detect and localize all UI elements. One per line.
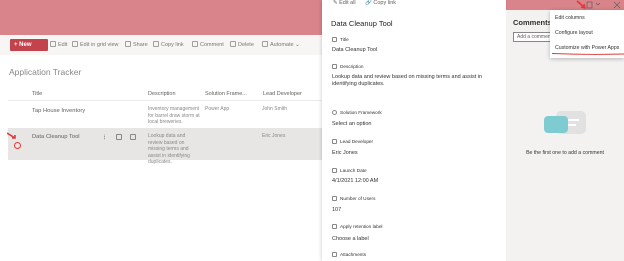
delete-label: Delete [238, 42, 254, 48]
panel-copy-link-button[interactable]: 🔗 Copy link [365, 0, 396, 6]
comment-button[interactable]: Comment [192, 41, 224, 48]
row-title[interactable]: Data Cleanup Tool [32, 134, 80, 141]
new-button-label: New [19, 42, 32, 48]
list-title: Application Tracker [9, 67, 82, 77]
panel-top-icons [576, 0, 621, 9]
edit-grid-label: Edit in grid view [80, 42, 119, 48]
number-field-icon [332, 196, 337, 201]
row-framework: Power App [205, 106, 230, 112]
more-options-icon[interactable] [104, 134, 106, 140]
close-icon [613, 1, 621, 9]
row-description: Lookup data and review based on missing … [148, 133, 190, 165]
new-button[interactable]: + New [10, 39, 48, 51]
comments-title: Comments [513, 18, 552, 27]
calendar-icon [332, 168, 337, 173]
share-icon [125, 41, 131, 47]
row-developer: Eric Jones [262, 133, 286, 139]
red-underline-annotation [552, 53, 624, 55]
field-label-description: Description [332, 64, 363, 69]
edit-all-label: Edit all [339, 0, 356, 6]
field-label-solution-framework: Solution Framework [332, 110, 382, 115]
row-developer: John Smith [262, 106, 288, 112]
field-label-lead-developer: Lead Developer [332, 139, 373, 144]
delete-button[interactable]: Delete [230, 41, 254, 48]
panel-copy-link-label: Copy link [373, 0, 397, 6]
column-header-description[interactable]: Description [148, 91, 176, 97]
multiline-field-icon [332, 64, 337, 69]
red-arrow-annotation-icon [576, 0, 586, 9]
share-row-icon[interactable] [116, 134, 122, 140]
field-value-launch-date[interactable]: 4/1/2021 12:00 AM [332, 178, 502, 185]
automate-button[interactable]: Automate ⌄ [262, 41, 300, 48]
field-label-title: Title [332, 37, 349, 42]
edit-grid-button[interactable]: Edit in grid view [72, 41, 119, 48]
field-value-description[interactable]: Lookup data and review based on missing … [332, 74, 502, 88]
item-detail-panel: ✎ Edit all 🔗 Copy link Data Cleanup Tool… [322, 0, 506, 261]
chevron-down-icon [595, 2, 601, 6]
share-label: Share [133, 42, 148, 48]
paperclip-icon [332, 252, 337, 257]
chat-bubble-icon [544, 116, 568, 133]
table-row-selected[interactable]: Data Cleanup Tool Lookup data and review… [8, 128, 330, 165]
panel-title: Data Cleanup Tool [331, 19, 393, 28]
field-value-lead-developer[interactable]: Eric Jones [332, 150, 502, 157]
person-field-icon [332, 139, 337, 144]
field-value-retention-label[interactable]: Choose a label [332, 236, 502, 243]
comment-label: Comment [200, 42, 224, 48]
comment-row-icon[interactable] [130, 134, 136, 140]
field-label-retention-label: Apply retention label [332, 224, 382, 229]
choice-field-icon [332, 110, 337, 115]
pencil-icon [50, 41, 56, 47]
text-field-icon [332, 37, 337, 42]
edit-all-button[interactable]: ✎ Edit all [333, 0, 356, 6]
tag-icon [332, 224, 337, 229]
grid-icon [72, 41, 78, 47]
form-options-menu: Edit columns Configure layout Customize … [550, 10, 624, 58]
field-label-attachments: Attachments [332, 252, 366, 257]
row-description: Inventory management for barrel draw sto… [148, 106, 200, 125]
column-header-solution-framework[interactable]: Solution Frame... [205, 91, 247, 97]
form-icon [586, 1, 593, 9]
copy-link-button[interactable]: Copy link [153, 41, 184, 48]
trash-icon [230, 41, 236, 47]
share-button[interactable]: Share [125, 41, 148, 48]
flow-icon [262, 41, 268, 47]
column-header-lead-developer[interactable]: Lead Developer [263, 91, 302, 97]
menu-item-configure-layout[interactable]: Configure layout [555, 30, 593, 36]
field-label-number-of-users: Number of Users [332, 196, 375, 201]
selected-row-check-icon[interactable] [14, 142, 21, 149]
comments-empty-text: Be the first one to add a comment [526, 150, 604, 156]
automate-label: Automate [270, 42, 294, 48]
menu-item-edit-columns[interactable]: Edit columns [555, 15, 585, 21]
comment-icon [192, 41, 198, 47]
red-arrow-annotation-icon [7, 132, 16, 139]
screen: + New Edit Edit in grid view Share Copy … [0, 0, 624, 261]
table-row[interactable]: Tap House Inventory Inventory management… [8, 100, 330, 128]
field-label-launch-date: Launch Date [332, 168, 367, 173]
field-value-number-of-users[interactable]: 107 [332, 207, 502, 214]
row-title[interactable]: Tap House Inventory [32, 108, 85, 115]
edit-button[interactable]: Edit [50, 41, 67, 48]
field-value-solution-framework[interactable]: Select an option [332, 121, 502, 128]
field-value-title[interactable]: Data Cleanup Tool [332, 47, 502, 54]
column-header-title[interactable]: Title [32, 91, 42, 97]
menu-item-customize-power-apps[interactable]: Customize with Power Apps [555, 45, 619, 51]
link-icon [153, 41, 159, 47]
edit-label: Edit [58, 42, 68, 48]
copy-link-label: Copy link [161, 42, 184, 48]
